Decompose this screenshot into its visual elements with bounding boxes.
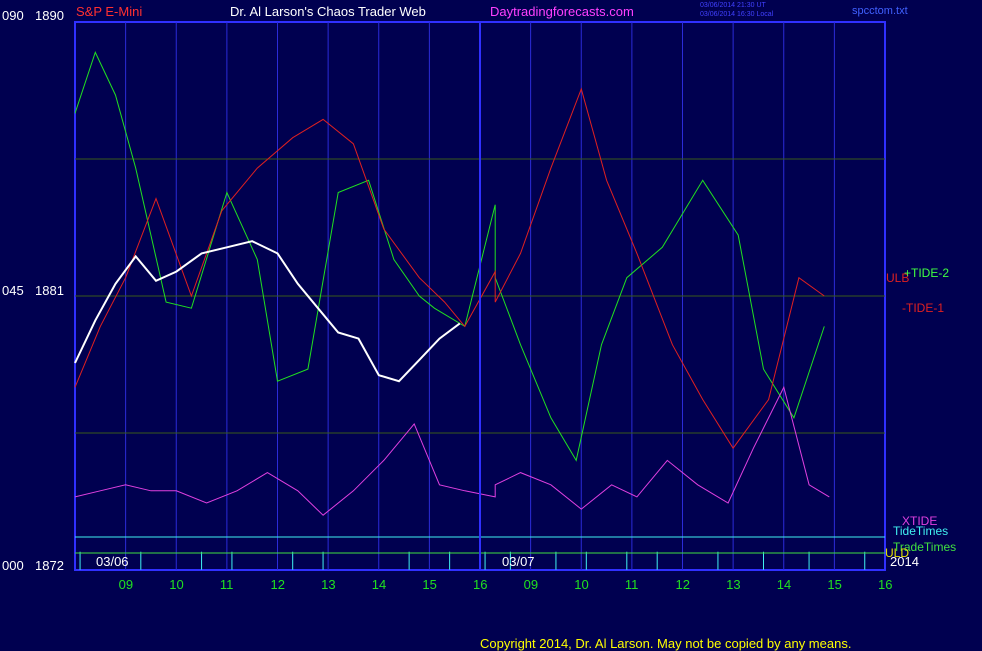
y-mid-price-label: 1881 — [35, 283, 64, 298]
y-mid-osc-label: 045 — [2, 283, 24, 298]
y-top-osc-label: 090 — [2, 8, 24, 23]
x-tick-label: 15 — [422, 577, 437, 592]
x-tick-label: 13 — [726, 577, 741, 592]
x-tick-label: 13 — [321, 577, 336, 592]
x-tick-label: 12 — [675, 577, 690, 592]
y-bottom-osc-label: 000 — [2, 558, 24, 573]
series--tide-2 — [74, 51, 825, 462]
timestamp-local: 03/06/2014 16:30 Local — [700, 11, 774, 18]
x-tick-label: 11 — [219, 577, 234, 592]
site-title: Dr. Al Larson's Chaos Trader Web — [230, 4, 426, 19]
tide2-label: +TIDE-2 — [904, 266, 950, 280]
tide-times-label: TideTimes — [893, 524, 949, 538]
x-tick-label: 10 — [574, 577, 589, 592]
x-tick-label: 16 — [473, 577, 488, 592]
data-file-name: spcctom.txt — [852, 5, 908, 17]
site-url[interactable]: Daytradingforecasts.com — [490, 5, 634, 18]
x-tick-label: 10 — [169, 577, 184, 592]
tide1-label: -TIDE-1 — [902, 301, 944, 315]
series--tide-1 — [74, 87, 825, 450]
x-tick-label: 14 — [776, 577, 792, 592]
x-tick-label: 11 — [624, 577, 639, 592]
chart-canvas — [74, 21, 886, 571]
uld-label: ULD — [885, 546, 910, 560]
x-tick-label: 14 — [371, 577, 387, 592]
y-bottom-price-label: 1872 — [35, 558, 64, 573]
series-group — [74, 51, 866, 570]
series-xtide — [74, 385, 830, 516]
x-tick-label: 09 — [118, 577, 134, 592]
timestamp-ut: 03/06/2014 21:30 UT — [700, 2, 766, 9]
instrument-title: S&P E-Mini — [76, 4, 143, 19]
x-tick-label: 15 — [827, 577, 842, 592]
y-top-price-label: 1890 — [35, 8, 64, 23]
x-tick-label: 12 — [270, 577, 285, 592]
x-tick-label: 09 — [523, 577, 539, 592]
series-close — [74, 240, 461, 383]
x-tick-label: 16 — [878, 577, 893, 592]
copyright-notice: Copyright 2014, Dr. Al Larson. May not b… — [480, 636, 852, 651]
date-day2: 03/07 — [502, 554, 535, 569]
date-day1: 03/06 — [96, 554, 129, 569]
